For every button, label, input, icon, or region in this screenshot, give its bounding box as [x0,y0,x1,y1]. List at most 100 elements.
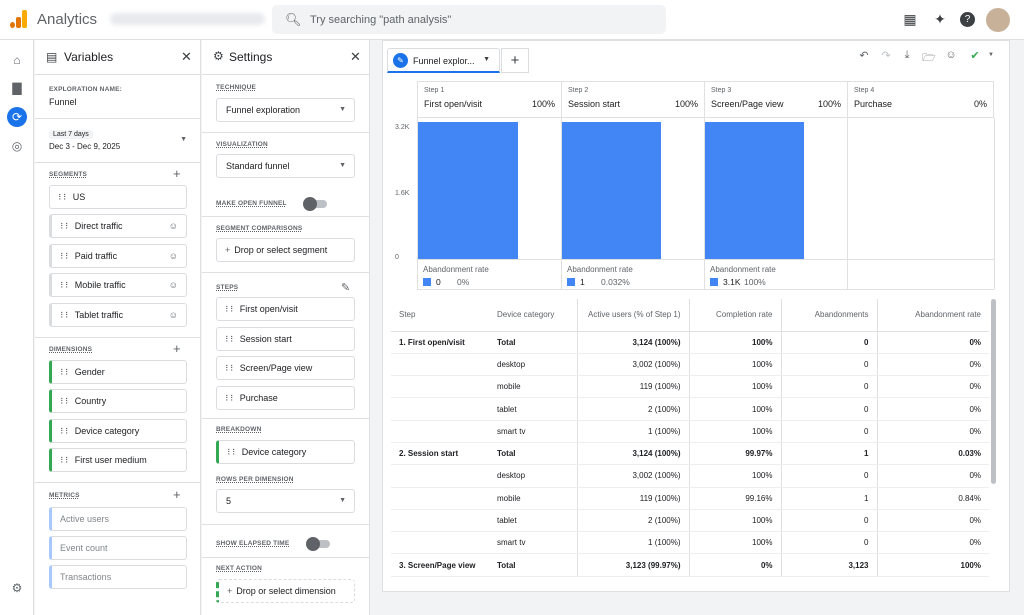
column-header[interactable]: Abandonment rate [876,299,989,332]
add-metric-icon[interactable]: + [173,487,181,502]
breakdown-chip[interactable]: ⠇⠇ Device category [216,440,355,464]
step-header[interactable]: Step 1 First open/visit 100% [417,81,561,118]
search-icon: 🔍︎ [285,12,302,27]
funnel-bar[interactable] [418,122,518,259]
folder-icon[interactable]: 🗁︎ [922,49,936,68]
column-header[interactable]: Completion rate [688,299,781,332]
y-tick-label: 0 [395,254,399,261]
download-icon[interactable]: ⤓ [900,49,914,62]
table-cell [391,487,489,510]
exploration-canvas: ✎ Funnel explor... ▼ + ↶ ↷ ⤓ 🗁︎ ☺ ✔ ▼ 3.… [382,40,1010,592]
add-tab-button[interactable]: + [501,48,529,73]
table-row: 2. Session start Total 3,124 (100%) 99.97% 1… [391,442,989,466]
apps-grid-icon[interactable]: ▦ [901,11,919,28]
exploration-name[interactable]: Funnel [49,97,77,107]
date-range-picker[interactable]: Last 7 days Dec 3 - Dec 9, 2025 ▼ [49,128,187,156]
users-icon: ☺ [168,280,178,290]
dimension-chip[interactable]: ⠇⠇ Gender [49,360,187,384]
open-funnel-label: MAKE OPEN FUNNEL [216,200,287,207]
step-percent: 100% [674,99,698,109]
abandonment-value: 0 [436,277,441,287]
drop-segment-target[interactable]: + Drop or select segment [216,238,355,262]
dimension-chip[interactable]: ⠇⠇ Country [49,389,187,413]
table-scrollbar[interactable] [991,299,996,484]
add-dimension-icon[interactable]: + [173,341,181,356]
column-header[interactable]: Abandonments [780,299,877,332]
chevron-down-icon[interactable]: ▼ [984,52,998,58]
segment-chip[interactable]: ⠇⠇ Mobile traffic ☺ [49,273,187,297]
table-cell: 0% [876,420,989,443]
share-user-icon[interactable]: ☺ [944,49,958,61]
elapsed-time-label: SHOW ELAPSED TIME [216,540,290,547]
elapsed-time-toggle[interactable] [306,537,330,551]
help-icon[interactable]: ? [960,12,975,27]
open-funnel-toggle[interactable] [303,197,327,211]
search-box[interactable]: 🔍︎ Try searching "path analysis" [272,5,666,34]
close-variables-icon[interactable]: ✕ [181,49,192,65]
home-icon[interactable]: ⌂ [7,50,27,70]
column-header[interactable]: Active users (% of Step 1) [576,299,689,332]
analytics-logo[interactable] [10,10,28,28]
rows-per-dimension-select[interactable]: 5 ▼ [216,489,355,513]
add-segment-icon[interactable]: + [173,166,181,181]
table-cell: tablet [489,397,577,421]
table-cell: 2 (100%) [576,397,689,421]
segment-chip[interactable]: ⠇⠇ US [49,185,187,209]
segment-chip[interactable]: ⠇⠇ Paid traffic ☺ [49,244,187,268]
sparkle-icon[interactable]: ✦ [931,11,949,28]
avatar[interactable] [986,8,1010,32]
redo-icon[interactable]: ↷ [879,49,893,62]
table-cell: Total [489,442,577,466]
table-cell: 99.97% [688,442,781,466]
table-cell: 100% [688,420,781,443]
step-header[interactable]: Step 4 Purchase 0% [847,81,994,118]
dimension-chip[interactable]: ⠇⠇ Device category [49,419,187,443]
explore-icon[interactable]: ⟳ [7,107,27,127]
close-settings-icon[interactable]: ✕ [350,49,361,65]
table-cell: 0.84% [876,487,989,510]
abandonment-cell: Abandonment rate 1 0.032% [561,259,704,289]
edit-steps-icon[interactable]: ✎ [341,281,350,294]
check-circle-icon[interactable]: ✔ [968,49,982,62]
table-row: mobile 119 (100%) 100% 0 0% [391,375,989,399]
dimension-chip[interactable]: ⠇⠇ First user medium [49,448,187,472]
step-header[interactable]: Step 2 Session start 100% [561,81,704,118]
settings-gear-icon[interactable]: ⚙ [7,578,27,598]
app-name: Analytics [37,11,98,28]
visualization-select[interactable]: Standard funnel ▼ [216,154,355,178]
chevron-down-icon[interactable]: ▼ [483,56,490,63]
table-row: desktop 3,002 (100%) 100% 0 0% [391,353,989,377]
funnel-bar[interactable] [705,122,804,259]
segment-chip[interactable]: ⠇⠇ Direct traffic ☺ [49,214,187,238]
table-cell: 0 [780,375,877,399]
technique-select[interactable]: Funnel exploration ▼ [216,98,355,122]
segment-comparisons-label: SEGMENT COMPARISONS [216,225,303,232]
table-cell: 1. First open/visit [391,331,489,354]
variables-title: Variables [64,50,114,64]
exploration-name-label: EXPLORATION NAME: [49,86,122,93]
advertising-icon[interactable]: ◎ [7,136,27,156]
undo-icon[interactable]: ↶ [857,49,871,62]
top-bar: Analytics 🔍︎ Try searching "path analysi… [0,0,1024,40]
drop-dimension-target[interactable]: + Drop or select dimension [216,579,355,603]
step-chip[interactable]: ⠇⠇ First open/visit [216,297,355,321]
step-header[interactable]: Step 3 Screen/Page view 100% [704,81,847,118]
table-cell: 0% [876,464,989,488]
tab-funnel-exploration[interactable]: ✎ Funnel explor... ▼ [387,48,500,73]
reports-icon[interactable]: ▇ [7,78,27,98]
table-cell: 100% [688,375,781,399]
column-header[interactable]: Device category [489,299,577,332]
table-cell: 100% [876,553,989,577]
metric-chip[interactable]: Active users [49,507,187,531]
step-chip[interactable]: ⠇⠇ Session start [216,327,355,351]
account-selector[interactable] [110,13,265,25]
step-chip[interactable]: ⠇⠇ Purchase [216,386,355,410]
funnel-bar[interactable] [562,122,661,259]
segment-chip[interactable]: ⠇⠇ Tablet traffic ☺ [49,303,187,327]
step-chip[interactable]: ⠇⠇ Screen/Page view [216,356,355,380]
metric-chip[interactable]: Event count [49,536,187,560]
metric-chip[interactable]: Transactions [49,565,187,589]
table-cell: Total [489,553,577,577]
column-header[interactable]: Step [391,299,489,332]
rows-per-dimension-label: ROWS PER DIMENSION [216,476,294,483]
